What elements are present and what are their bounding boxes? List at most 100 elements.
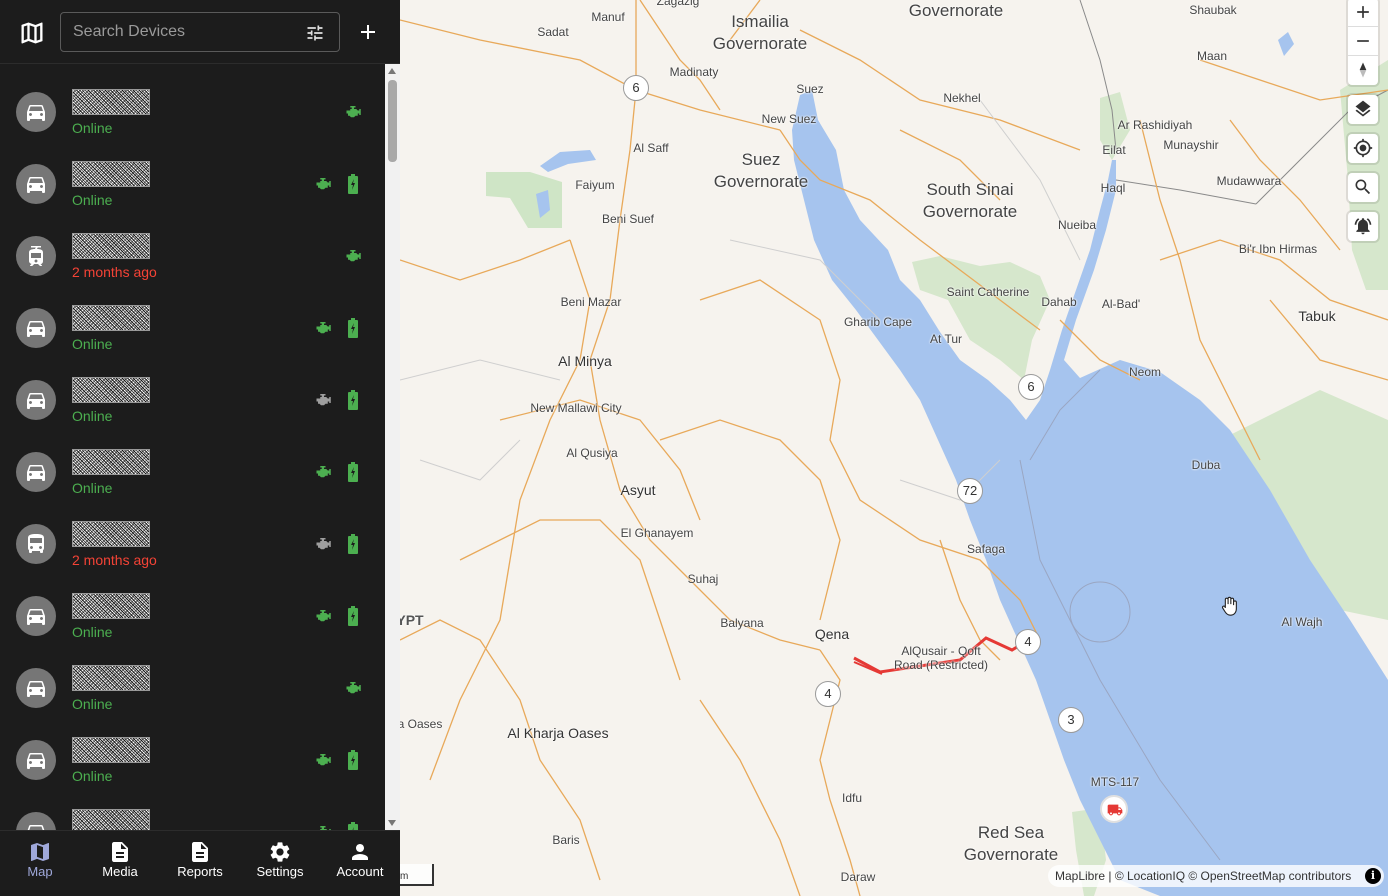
nav-account[interactable]: Account bbox=[320, 831, 400, 896]
device-avatar bbox=[16, 164, 56, 204]
map-icon bbox=[31, 843, 49, 861]
map-label-eilat: Eilat bbox=[1102, 143, 1126, 157]
attribution-info-icon[interactable]: i bbox=[1365, 868, 1381, 884]
map-label-maan: Maan bbox=[1196, 49, 1228, 63]
device-list-item[interactable]: Online bbox=[0, 724, 385, 796]
search-box bbox=[60, 12, 340, 52]
device-list-item[interactable]: Online bbox=[0, 292, 385, 364]
device-avatar bbox=[16, 236, 56, 276]
device-list-item[interactable]: Online bbox=[0, 580, 385, 652]
device-status: 2 months ago bbox=[72, 552, 157, 568]
map-label-mudawwara: Mudawwara bbox=[1216, 174, 1282, 188]
map-label-al-saff: Al Saff bbox=[633, 141, 669, 155]
map-label-idfu: Idfu bbox=[841, 791, 863, 805]
device-avatar bbox=[16, 740, 56, 780]
scroll-down-arrow-icon[interactable] bbox=[388, 820, 396, 826]
nav-media[interactable]: Media bbox=[80, 831, 160, 896]
map-label-sadat: Sadat bbox=[537, 25, 569, 39]
device-status: Online bbox=[72, 336, 113, 352]
device-list-item[interactable]: Online bbox=[0, 148, 385, 220]
map-label-south-sinai-gov: South Sinai Governorate bbox=[922, 180, 1018, 221]
layers-icon bbox=[1355, 100, 1371, 117]
map-label-suez-gov: Suez Governorate bbox=[713, 150, 809, 191]
device-list-item[interactable]: Online bbox=[0, 364, 385, 436]
engine-icon bbox=[315, 536, 333, 552]
device-status: Online bbox=[72, 408, 113, 424]
map-label-ismailia-gov: Ismailia Governorate bbox=[712, 12, 808, 53]
device-list-item[interactable]: Online bbox=[0, 652, 385, 724]
map-label-zagazig: Zagazig bbox=[656, 0, 700, 8]
filter-button[interactable] bbox=[305, 23, 325, 43]
device-status: 2 months ago bbox=[72, 264, 157, 280]
nav-map[interactable]: Map bbox=[0, 831, 80, 896]
map-label-at-tur: At Tur bbox=[929, 332, 963, 346]
map-label-ar-rashidiyah: Ar Rashidiyah bbox=[1117, 118, 1193, 132]
plus-icon bbox=[1357, 6, 1369, 18]
search-map-control bbox=[1348, 173, 1378, 202]
device-status: Online bbox=[72, 624, 113, 640]
gear-icon bbox=[270, 842, 290, 862]
map-label-munayshir: Munayshir bbox=[1163, 138, 1219, 152]
map-label-tabuk: Tabuk bbox=[1298, 308, 1336, 324]
geolocate-control bbox=[1348, 134, 1378, 163]
add-device-button[interactable] bbox=[356, 20, 380, 44]
map-label-duba: Duba bbox=[1191, 458, 1221, 472]
device-list-item[interactable] bbox=[0, 796, 385, 830]
device-list-item[interactable]: 2 months ago bbox=[0, 508, 385, 580]
zoom-in-button[interactable] bbox=[1348, 0, 1378, 27]
route-shield: 4 bbox=[815, 681, 841, 707]
map-label-saint-catherine: Saint Catherine bbox=[946, 285, 1030, 299]
device-name-redacted bbox=[72, 89, 150, 115]
layers-button[interactable] bbox=[1348, 95, 1378, 124]
layers-control bbox=[1348, 95, 1378, 124]
compass-button[interactable] bbox=[1348, 56, 1378, 85]
map-label-neom: Neom bbox=[1128, 365, 1162, 379]
car-icon bbox=[27, 465, 45, 481]
tune-icon bbox=[307, 25, 323, 41]
search-input[interactable] bbox=[73, 13, 293, 51]
map-icon bbox=[21, 22, 43, 44]
map-base-layer bbox=[400, 0, 1388, 896]
battery-icon bbox=[347, 606, 359, 626]
map-label-mts-117: MTS-117 bbox=[1090, 775, 1140, 789]
route-shield: 4 bbox=[1015, 629, 1041, 655]
battery-icon bbox=[347, 174, 359, 194]
report-icon bbox=[192, 842, 208, 862]
map-label-beni-mazar: Beni Mazar bbox=[560, 295, 622, 309]
car-icon bbox=[27, 753, 45, 769]
zoom-out-button[interactable] bbox=[1348, 27, 1378, 56]
engine-icon bbox=[315, 608, 333, 624]
map-view[interactable]: Manuf Zagazig Ismailia Governorate Govern… bbox=[400, 0, 1388, 896]
device-name-redacted bbox=[72, 161, 150, 187]
nav-reports[interactable]: Reports bbox=[160, 831, 240, 896]
nav-settings[interactable]: Settings bbox=[240, 831, 320, 896]
scrollbar-thumb[interactable] bbox=[388, 80, 397, 162]
device-list-item[interactable]: 2 months ago bbox=[0, 220, 385, 292]
device-list-item[interactable]: Online bbox=[0, 76, 385, 148]
device-status: Online bbox=[72, 768, 113, 784]
map-toggle-button[interactable] bbox=[18, 19, 46, 47]
device-status: Online bbox=[72, 120, 113, 136]
scroll-up-arrow-icon[interactable] bbox=[388, 68, 396, 74]
device-avatar bbox=[16, 812, 56, 830]
device-marker[interactable] bbox=[1100, 795, 1128, 823]
device-list-scrollbar[interactable] bbox=[385, 64, 400, 830]
route-shield: 3 bbox=[1058, 707, 1084, 733]
geolocate-button[interactable] bbox=[1348, 134, 1378, 163]
notifications-button[interactable] bbox=[1348, 212, 1378, 241]
map-label-red-sea-gov: Red Sea Governorate bbox=[963, 823, 1059, 864]
device-avatar bbox=[16, 596, 56, 636]
battery-icon bbox=[347, 822, 359, 830]
map-label-faiyum: Faiyum bbox=[575, 178, 615, 192]
map-scale-bar: m bbox=[400, 864, 434, 886]
map-label-dahab: Dahab bbox=[1041, 295, 1077, 309]
device-status: Online bbox=[72, 192, 113, 208]
device-name-redacted bbox=[72, 449, 150, 475]
device-name-redacted bbox=[72, 233, 150, 259]
device-list-item[interactable]: Online bbox=[0, 436, 385, 508]
my-location-icon bbox=[1353, 138, 1373, 158]
map-search-button[interactable] bbox=[1348, 173, 1378, 202]
map-label-manuf: Manuf bbox=[591, 10, 625, 24]
tram-icon bbox=[29, 246, 43, 266]
device-avatar bbox=[16, 92, 56, 132]
